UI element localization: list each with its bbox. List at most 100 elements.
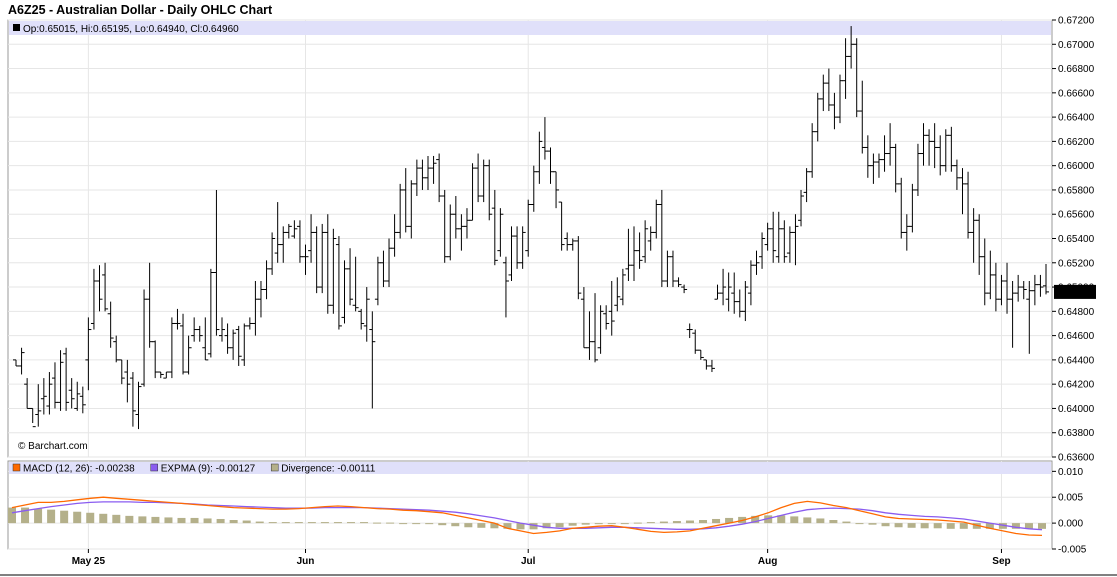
price-tick-label: 0.65600 xyxy=(1058,210,1095,221)
macd-tick-label: 0.010 xyxy=(1058,467,1083,478)
macd-legend-swatch xyxy=(270,463,279,472)
macd-tick-label: 0.005 xyxy=(1058,493,1083,504)
divergence-bar xyxy=(1038,523,1046,529)
macd-legend: MACD (12, 26): -0.00238 EXPMA (9): -0.001… xyxy=(9,462,1051,475)
divergence-bar xyxy=(346,522,355,524)
date-tick-label: Jul xyxy=(521,556,536,567)
divergence-bar xyxy=(803,517,812,524)
divergence-bar xyxy=(451,523,460,527)
price-tick-label: 0.66800 xyxy=(1058,64,1095,75)
price-tick-label: 0.64600 xyxy=(1058,331,1095,342)
price-tick-label: 0.63800 xyxy=(1058,428,1095,439)
macd-legend-label: Divergence: -0.00111 xyxy=(281,464,376,475)
divergence-bar xyxy=(438,523,447,526)
divergence-bar xyxy=(242,520,251,524)
macd-legend-label: EXPMA (9): -0.00127 xyxy=(161,464,256,475)
price-tick-label: 0.64000 xyxy=(1058,404,1095,415)
divergence-bar xyxy=(672,521,681,524)
divergence-bar xyxy=(190,517,199,524)
price-y-axis: 0.67200 0.67000 0.66800 0.66600 0.66400 0.662… xyxy=(1052,16,1095,464)
macd-legend-label: MACD (12, 26): -0.00238 xyxy=(23,464,135,475)
divergence-bar xyxy=(607,523,616,525)
last-price-label: 0.64960 xyxy=(1057,287,1094,298)
divergence-bar xyxy=(386,522,395,524)
divergence-bar xyxy=(412,523,421,525)
price-tick-label: 0.67000 xyxy=(1058,40,1095,51)
divergence-bar xyxy=(464,523,473,528)
divergence-bar xyxy=(894,523,903,528)
divergence-bar xyxy=(333,522,342,524)
divergence-bar xyxy=(255,521,264,524)
price-tick-label: 0.64800 xyxy=(1058,307,1095,318)
divergence-bar xyxy=(620,523,629,525)
divergence-bar xyxy=(920,523,929,529)
divergence-bar xyxy=(60,510,69,524)
price-tick-label: 0.66400 xyxy=(1058,113,1095,124)
divergence-bar xyxy=(594,523,603,525)
last-price-marker: 0.64960 xyxy=(1054,284,1096,299)
watermark: © Barchart.com xyxy=(18,441,88,452)
price-tick-label: 0.64400 xyxy=(1058,355,1095,366)
price-tick-label: 0.65400 xyxy=(1058,234,1095,245)
divergence-bar xyxy=(633,522,642,524)
divergence-bar xyxy=(125,515,134,524)
divergence-bar xyxy=(8,507,16,524)
price-tick-label: 0.65200 xyxy=(1058,258,1095,269)
divergence-bar xyxy=(138,516,147,524)
ohlc-legend-swatch xyxy=(13,24,20,31)
divergence-bar xyxy=(933,523,942,529)
divergence-bar xyxy=(712,518,721,524)
price-tick-label: 0.63600 xyxy=(1058,453,1095,464)
divergence-bar xyxy=(425,523,434,525)
divergence-bar xyxy=(281,522,290,524)
divergence-bar xyxy=(86,512,95,524)
divergence-bar xyxy=(268,522,277,524)
divergence-bar xyxy=(842,521,851,524)
divergence-bar xyxy=(399,523,408,525)
date-tick-label: Sep xyxy=(992,556,1010,567)
divergence-bar xyxy=(99,513,108,524)
divergence-bar xyxy=(946,523,955,529)
divergence-bar xyxy=(907,523,916,528)
price-tick-label: 0.66200 xyxy=(1058,137,1095,148)
divergence-bar xyxy=(203,518,212,524)
divergence-bar xyxy=(360,522,369,524)
divergence-bar xyxy=(855,523,864,525)
divergence-bar xyxy=(881,523,890,527)
macd-legend-swatch xyxy=(150,463,158,472)
chart-canvas: Op:0.65015, Hi:0.65195, Lo:0.64940, Cl:0… xyxy=(0,16,1117,576)
price-tick-label: 0.66000 xyxy=(1058,161,1095,172)
divergence-bar xyxy=(659,521,668,524)
divergence-bar xyxy=(790,516,799,524)
divergence-bar xyxy=(477,523,486,528)
divergence-bar xyxy=(373,522,382,524)
divergence-bar xyxy=(34,508,43,524)
date-tick-label: Jun xyxy=(297,556,315,567)
date-axis: May 25JunJulAugSepOct xyxy=(72,549,1011,567)
date-tick-label: May 25 xyxy=(72,556,106,567)
divergence-bar xyxy=(307,522,316,524)
divergence-bar xyxy=(568,523,577,526)
macd-y-axis: 0.010 0.005 0.000 -0.005 xyxy=(1052,467,1087,556)
divergence-bar xyxy=(829,520,838,524)
divergence-bar xyxy=(699,520,708,524)
divergence-bar xyxy=(685,520,694,524)
divergence-bar xyxy=(47,509,56,524)
divergence-bar xyxy=(151,516,160,524)
price-panel: Op:0.65015, Hi:0.65195, Lo:0.64940, Cl:0… xyxy=(7,16,1096,464)
macd-tick-label: 0.000 xyxy=(1058,519,1083,530)
macd-panel: MACD (12, 26): -0.00238 EXPMA (9): -0.001… xyxy=(7,460,1087,556)
macd-legend-swatch xyxy=(12,463,21,472)
price-tick-label: 0.65800 xyxy=(1058,185,1095,196)
price-tick-label: 0.67200 xyxy=(1058,16,1095,27)
divergence-bar xyxy=(177,517,186,524)
divergence-bar xyxy=(555,523,564,528)
price-tick-label: 0.66600 xyxy=(1058,88,1095,99)
divergence-bar xyxy=(294,522,303,524)
divergence-bar xyxy=(164,517,173,524)
divergence-bar xyxy=(73,511,82,524)
divergence-bar xyxy=(646,522,655,524)
date-tick-label: Aug xyxy=(758,556,777,567)
divergence-bar xyxy=(868,523,877,525)
divergence-bar xyxy=(320,522,329,524)
